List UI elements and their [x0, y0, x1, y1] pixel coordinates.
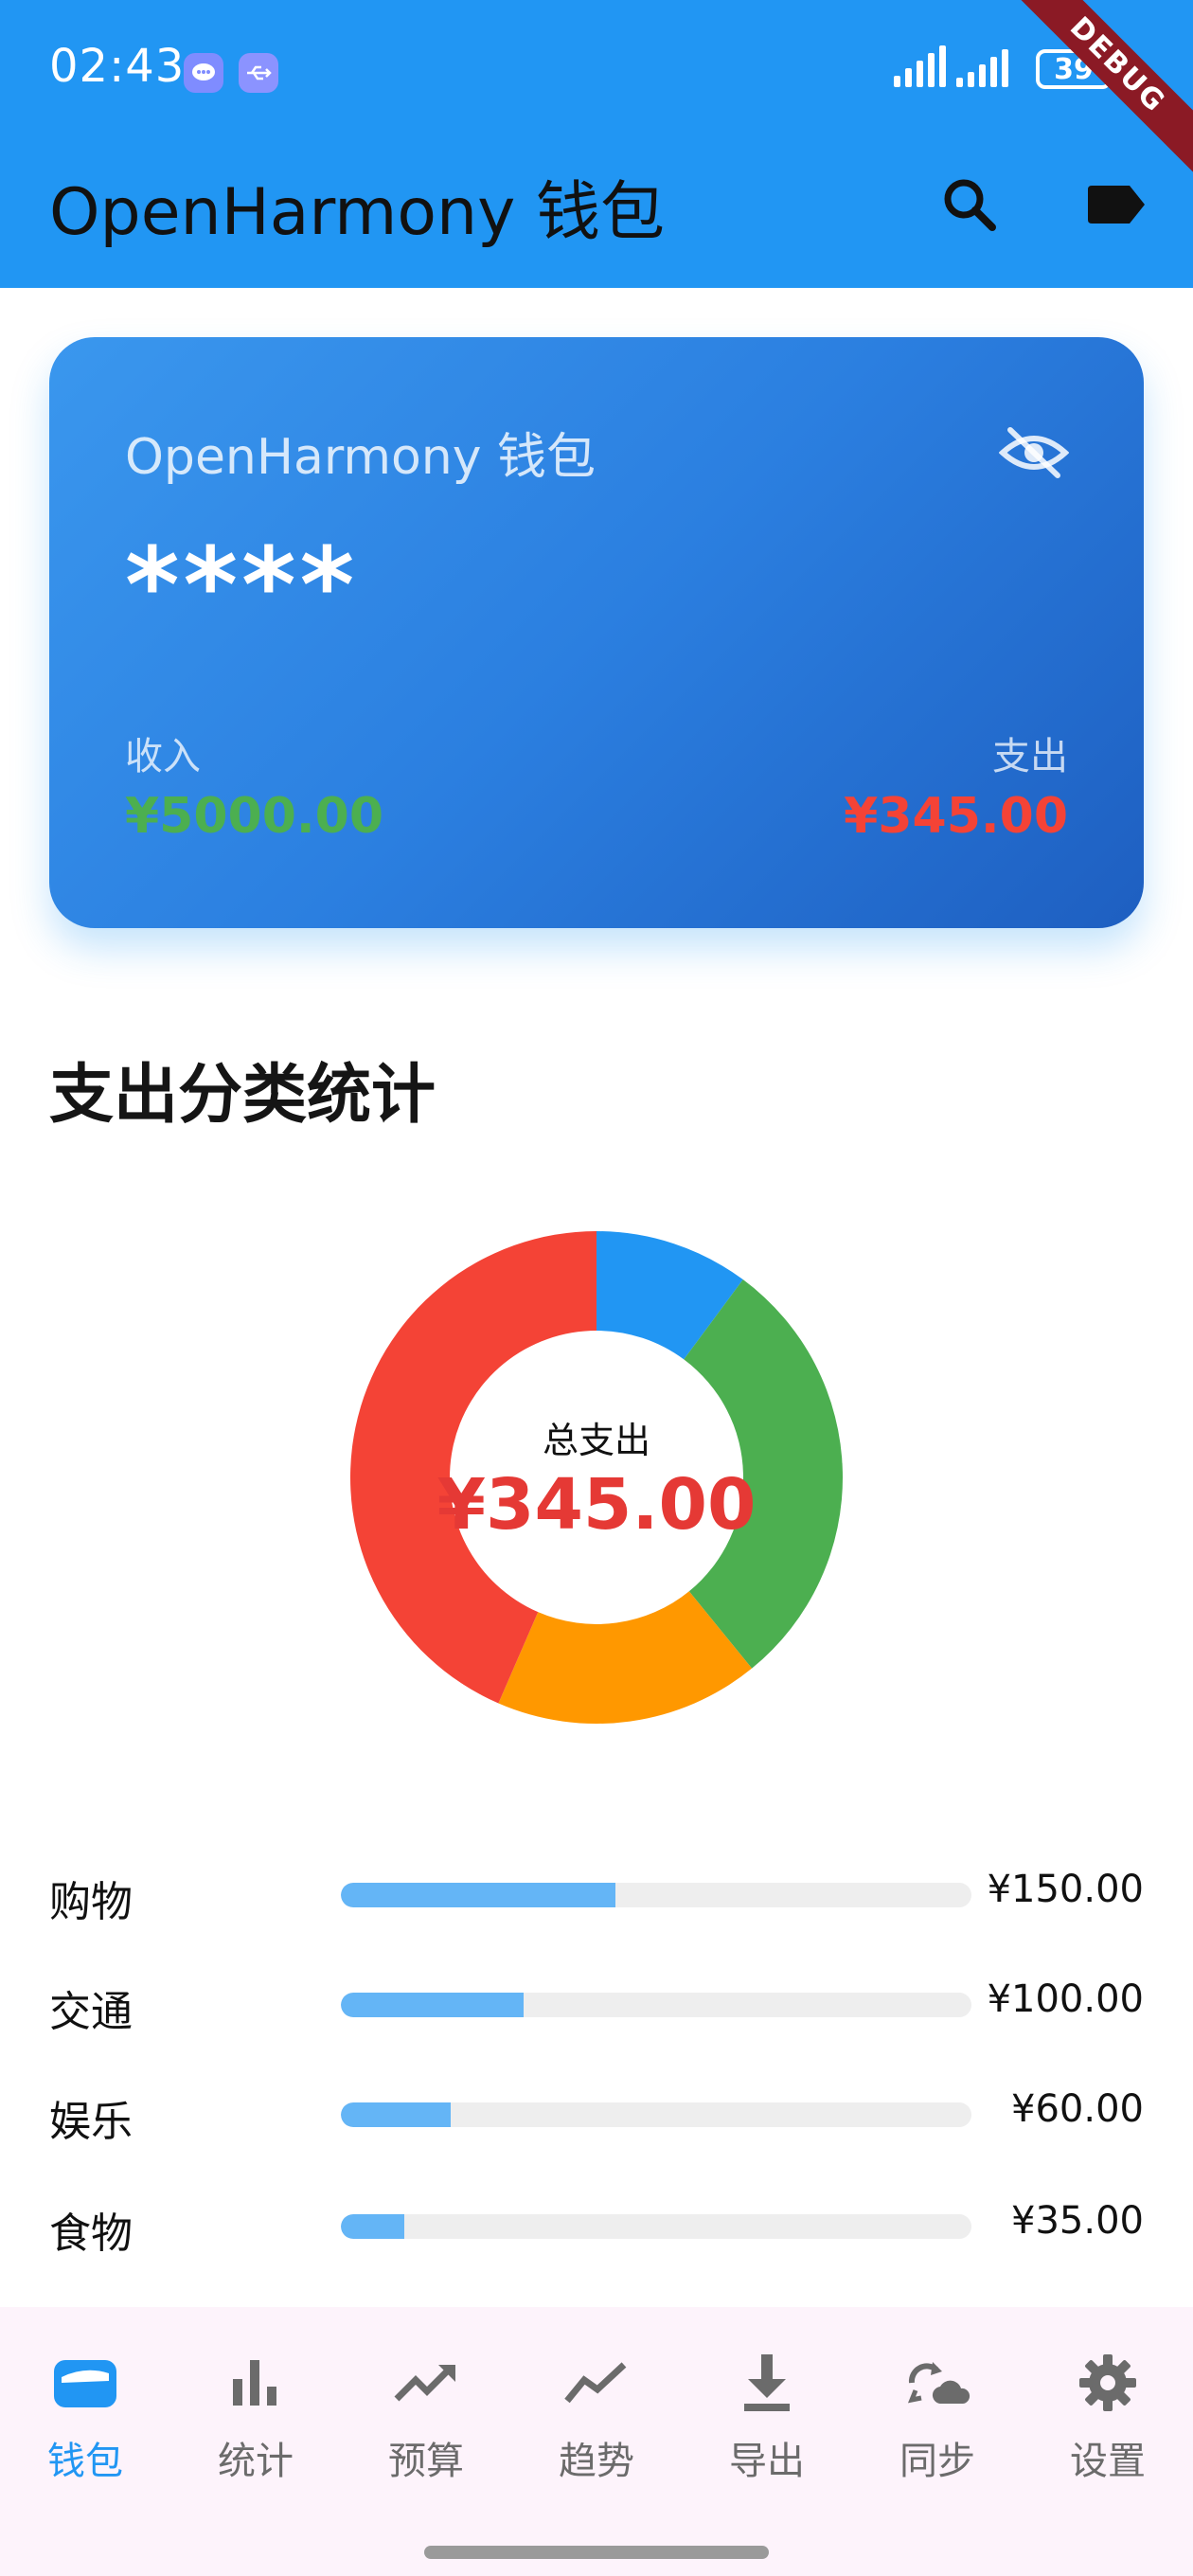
- status-bar: 02:43 39 DEBUG: [0, 0, 1193, 182]
- trending-up-icon: [388, 2345, 464, 2421]
- usb-icon: [239, 53, 278, 93]
- nav-item-stats[interactable]: 统计: [170, 2345, 341, 2496]
- nav-label: 设置: [1070, 2440, 1146, 2483]
- cell-signal-icon: [894, 45, 946, 87]
- sync-cloud-icon: [899, 2345, 975, 2421]
- nav-item-wallet[interactable]: 钱包: [0, 2345, 170, 2496]
- nav-item-budget[interactable]: 预算: [341, 2345, 511, 2496]
- label-icon: [1088, 186, 1145, 224]
- category-row: 购物 ¥150.00: [49, 1856, 1144, 1932]
- cell-signal-2-icon: [956, 45, 1008, 87]
- bottom-navigation: 钱包 统计 预算 趋势 导出 同步 设置: [0, 2307, 1193, 2576]
- category-name: 娱乐: [49, 2098, 133, 2146]
- expense-donut-chart: 总支出 ¥345.00: [350, 1231, 843, 1724]
- category-progress-fill: [341, 2214, 405, 2239]
- wallet-card-title: OpenHarmony 钱包: [125, 429, 596, 486]
- category-amount: ¥35.00: [1011, 2199, 1144, 2243]
- balance-masked: ****: [125, 525, 359, 646]
- category-row: 食物 ¥35.00: [49, 2188, 1144, 2263]
- search-button[interactable]: [932, 167, 1007, 242]
- wallet-card: OpenHarmony 钱包 **** 收入 ¥5000.00 支出 ¥345.…: [49, 337, 1144, 928]
- category-progress-fill: [341, 1993, 525, 2017]
- category-progress-track: [341, 2102, 971, 2127]
- nav-item-settings[interactable]: 设置: [1023, 2345, 1193, 2496]
- category-progress-track: [341, 1993, 971, 2017]
- message-notification-icon: [184, 53, 223, 93]
- nav-label: 导出: [729, 2440, 805, 2483]
- expense-label: 支出: [992, 735, 1068, 778]
- status-time: 02:43: [49, 40, 186, 93]
- category-amount: ¥60.00: [1011, 2087, 1144, 2131]
- category-progress-track: [341, 2214, 971, 2239]
- income-value: ¥5000.00: [125, 788, 384, 845]
- nav-label: 同步: [899, 2440, 975, 2483]
- wallet-icon: [47, 2345, 123, 2421]
- label-button[interactable]: [1079, 167, 1155, 242]
- income-label: 收入: [125, 735, 201, 778]
- expense-value: ¥345.00: [844, 788, 1068, 845]
- category-progress-fill: [341, 1883, 615, 1907]
- section-title-expense-stats: 支出分类统计: [49, 1058, 436, 1133]
- category-amount: ¥100.00: [987, 1977, 1144, 2021]
- category-progress-track: [341, 1883, 971, 1907]
- category-name: 食物: [49, 2209, 133, 2258]
- nav-label: 预算: [388, 2440, 464, 2483]
- top-header: 02:43 39 DEBUG OpenHarmony 钱包: [0, 0, 1193, 288]
- debug-banner: DEBUG: [1001, 0, 1193, 182]
- category-amount: ¥150.00: [987, 1868, 1144, 1911]
- search-icon: [944, 179, 996, 231]
- bar-chart-icon: [218, 2345, 294, 2421]
- category-progress-fill: [341, 2102, 451, 2127]
- eye-off-icon: [999, 427, 1069, 478]
- nav-item-sync[interactable]: 同步: [852, 2345, 1023, 2496]
- nav-label: 统计: [218, 2440, 294, 2483]
- nav-label: 趋势: [559, 2440, 634, 2483]
- home-indicator-bar[interactable]: [424, 2546, 769, 2559]
- category-row: 交通 ¥100.00: [49, 1966, 1144, 2042]
- donut-center-value: ¥345.00: [436, 1464, 757, 1546]
- settings-gear-icon: [1070, 2345, 1146, 2421]
- nav-item-trend[interactable]: 趋势: [511, 2345, 682, 2496]
- category-row: 娱乐 ¥60.00: [49, 2076, 1144, 2152]
- category-name: 交通: [49, 1988, 133, 2036]
- nav-item-export[interactable]: 导出: [682, 2345, 852, 2496]
- app-title: OpenHarmony 钱包: [49, 175, 665, 250]
- show-chart-icon: [559, 2345, 634, 2421]
- toggle-balance-visibility-button[interactable]: [996, 415, 1072, 491]
- nav-label: 钱包: [47, 2440, 123, 2483]
- donut-center-label: 总支出: [542, 1420, 650, 1461]
- category-name: 购物: [49, 1878, 133, 1926]
- download-icon: [729, 2345, 805, 2421]
